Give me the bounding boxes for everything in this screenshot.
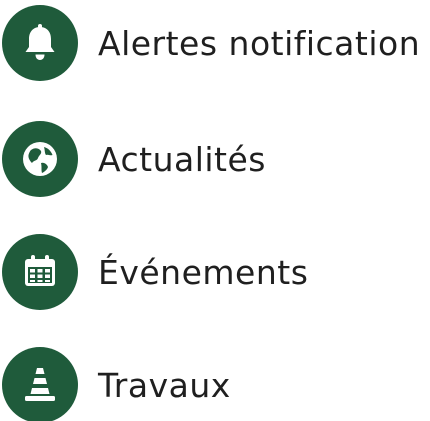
traffic-cone-icon: [2, 347, 78, 421]
menu-list: Alertes notification Actualités Événemen…: [0, 0, 430, 421]
menu-item-label: Événements: [98, 252, 309, 292]
menu-item-label: Travaux: [98, 365, 231, 405]
calendar-icon: [2, 234, 78, 310]
menu-item-news[interactable]: Actualités: [0, 119, 430, 199]
menu-item-works[interactable]: Travaux: [0, 345, 430, 421]
globe-icon: [2, 121, 78, 197]
bell-icon: [2, 5, 78, 81]
menu-item-label: Alertes notification: [98, 23, 421, 63]
menu-item-alerts[interactable]: Alertes notification: [0, 3, 430, 83]
menu-item-events[interactable]: Événements: [0, 232, 430, 312]
menu-item-label: Actualités: [98, 139, 266, 179]
